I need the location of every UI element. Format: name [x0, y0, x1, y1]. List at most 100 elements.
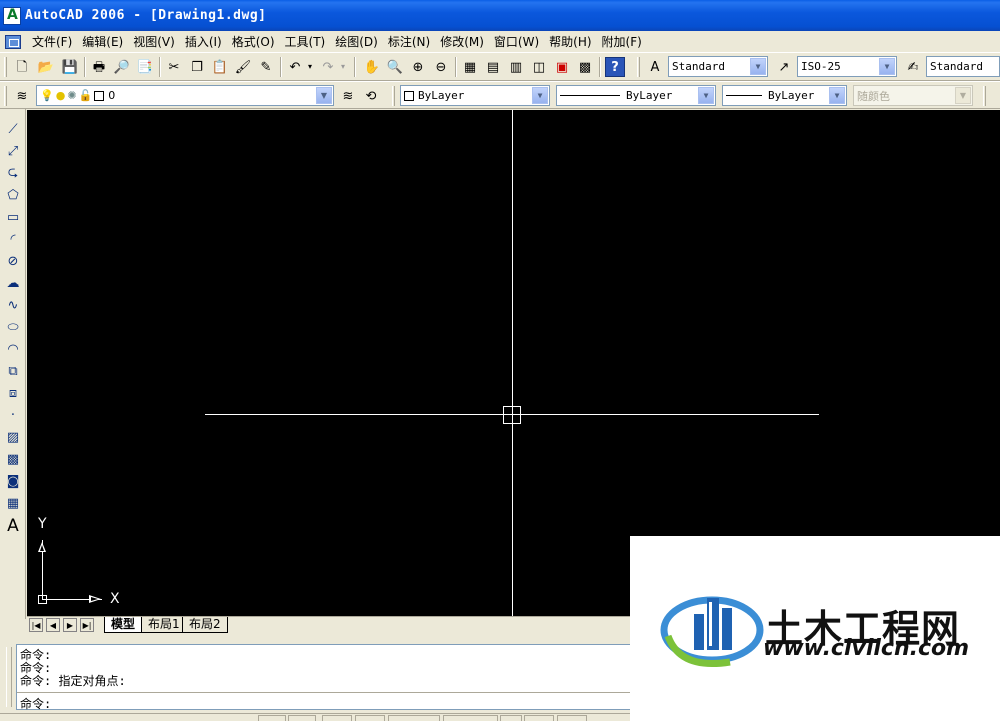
otrack-toggle[interactable]	[443, 715, 498, 721]
plot-icon[interactable]: 🖶	[89, 57, 109, 77]
menu-edit[interactable]: 编辑(E)	[77, 33, 128, 50]
autocad-app-icon[interactable]	[3, 6, 21, 25]
polyline-icon[interactable]: ⮎	[2, 163, 24, 184]
ortho-toggle[interactable]	[322, 715, 352, 721]
spline-icon[interactable]: ∿	[2, 295, 24, 316]
chevron-down-icon[interactable]: ▼	[532, 87, 548, 104]
document-icon[interactable]	[5, 34, 21, 49]
ellipse-icon[interactable]: ⬭	[2, 317, 24, 338]
arc-icon[interactable]: ◜	[2, 229, 24, 250]
region-icon[interactable]: ◙	[2, 471, 24, 492]
model-toggle[interactable]	[557, 715, 587, 721]
layer-manager-icon[interactable]: ≋	[12, 86, 32, 106]
make-block-icon[interactable]: ⧈	[2, 383, 24, 404]
match-properties-icon[interactable]: 🖌	[233, 57, 253, 77]
design-center-icon[interactable]: ▤	[483, 57, 503, 77]
layer-select[interactable]: 💡 ● ✺ 🔓 0 ▼	[36, 85, 334, 106]
hatch-icon[interactable]: ▨	[2, 427, 24, 448]
circle-icon[interactable]: ⊘	[2, 251, 24, 272]
menu-dimension[interactable]: 标注(N)	[383, 33, 435, 50]
paste-icon[interactable]: 📋	[210, 57, 230, 77]
table-style-select[interactable]: Standard	[926, 56, 1000, 77]
command-window-grip[interactable]	[6, 647, 12, 707]
menu-help[interactable]: 帮助(H)	[544, 33, 596, 50]
construction-line-icon[interactable]: ⤢	[2, 141, 24, 162]
grid-toggle[interactable]	[288, 715, 316, 721]
linetype-select[interactable]: ByLayer ▼	[556, 85, 716, 106]
line-icon[interactable]: ⟋	[2, 119, 24, 140]
zoom-previous-icon[interactable]: ⊖	[431, 57, 451, 77]
undo-dropdown-icon[interactable]: ▾	[305, 57, 315, 77]
chevron-down-icon[interactable]: ▼	[698, 87, 714, 104]
menu-file[interactable]: 文件(F)	[27, 33, 77, 50]
pan-icon[interactable]: ✋	[362, 57, 382, 77]
redo-dropdown-icon[interactable]: ▾	[338, 57, 348, 77]
osnap-toggle[interactable]	[388, 715, 440, 721]
polar-toggle[interactable]	[355, 715, 385, 721]
rectangle-icon[interactable]: ▭	[2, 207, 24, 228]
toolbar-grip[interactable]	[637, 57, 640, 77]
table-icon[interactable]: ▦	[2, 493, 24, 514]
zoom-window-icon[interactable]: ⊕	[408, 57, 428, 77]
menu-modify[interactable]: 修改(M)	[435, 33, 489, 50]
chevron-down-icon[interactable]: ▼	[829, 87, 845, 104]
toolbar-grip[interactable]	[4, 86, 7, 106]
redo-icon[interactable]: ↷	[318, 57, 338, 77]
toolbar-grip[interactable]	[4, 57, 7, 77]
menu-insert[interactable]: 插入(I)	[180, 33, 227, 50]
multiline-text-icon[interactable]: A	[2, 515, 24, 536]
tab-layout2[interactable]: 布局2	[182, 617, 228, 633]
gradient-icon[interactable]: ▩	[2, 449, 24, 470]
cut-icon[interactable]: ✂	[164, 57, 184, 77]
copy-icon[interactable]: ❐	[187, 57, 207, 77]
layer-previous-icon[interactable]: ⟲	[361, 86, 381, 106]
toolbar-grip[interactable]	[392, 86, 395, 106]
tab-layout1[interactable]: 布局1	[141, 617, 187, 633]
menu-view[interactable]: 视图(V)	[128, 33, 180, 50]
chevron-down-icon[interactable]: ▼	[750, 58, 766, 75]
dim-style-icon[interactable]: ↗	[774, 57, 794, 77]
point-icon[interactable]: ·	[2, 405, 24, 426]
save-icon[interactable]: 💾	[60, 57, 80, 77]
tool-palettes-icon[interactable]: ▥	[506, 57, 526, 77]
new-icon[interactable]: 🗋	[12, 57, 32, 77]
text-style-select[interactable]: Standard ▼	[668, 56, 768, 77]
properties-icon[interactable]: ▦	[460, 57, 480, 77]
publish-icon[interactable]: 📑	[135, 57, 155, 77]
help-icon[interactable]: ?	[605, 57, 625, 77]
tab-model[interactable]: 模型	[104, 617, 143, 633]
make-object-layer-current-icon[interactable]: ≋	[338, 86, 358, 106]
prev-tab-icon[interactable]: ◀	[46, 618, 60, 632]
menu-format[interactable]: 格式(O)	[227, 33, 280, 50]
revision-cloud-icon[interactable]: ☁	[2, 273, 24, 294]
open-icon[interactable]: 📂	[36, 57, 56, 77]
toolbar-grip[interactable]	[983, 86, 986, 106]
menu-draw[interactable]: 绘图(D)	[330, 33, 383, 50]
first-tab-icon[interactable]: |◀	[29, 618, 43, 632]
dyn-toggle[interactable]	[500, 715, 522, 721]
chevron-down-icon[interactable]: ▼	[316, 87, 332, 104]
last-tab-icon[interactable]: ▶|	[80, 618, 94, 632]
block-editor-icon[interactable]: ✎	[256, 57, 276, 77]
text-style-icon[interactable]: A	[645, 57, 665, 77]
menu-express[interactable]: 附加(F)	[597, 33, 647, 50]
calculator-icon[interactable]: ▩	[575, 57, 595, 77]
dim-style-select[interactable]: ISO-25 ▼	[797, 56, 897, 77]
color-select[interactable]: ByLayer ▼	[400, 85, 550, 106]
markup-icon[interactable]: ▣	[552, 57, 572, 77]
lineweight-select[interactable]: ByLayer ▼	[722, 85, 847, 106]
plot-preview-icon[interactable]: 🔎	[112, 57, 132, 77]
zoom-realtime-icon[interactable]: 🔍	[385, 57, 405, 77]
table-style-icon[interactable]: ✍	[903, 57, 923, 77]
chevron-down-icon[interactable]: ▼	[879, 58, 895, 75]
snap-toggle[interactable]	[258, 715, 286, 721]
undo-icon[interactable]: ↶	[285, 57, 305, 77]
polygon-icon[interactable]: ⬠	[2, 185, 24, 206]
command-prompt-input[interactable]: 命令:	[20, 695, 51, 712]
lwt-toggle[interactable]	[524, 715, 554, 721]
next-tab-icon[interactable]: ▶	[63, 618, 77, 632]
insert-block-icon[interactable]: ⧉	[2, 361, 24, 382]
sheet-set-icon[interactable]: ◫	[529, 57, 549, 77]
ellipse-arc-icon[interactable]: ◠	[2, 339, 24, 360]
menu-window[interactable]: 窗口(W)	[489, 33, 544, 50]
